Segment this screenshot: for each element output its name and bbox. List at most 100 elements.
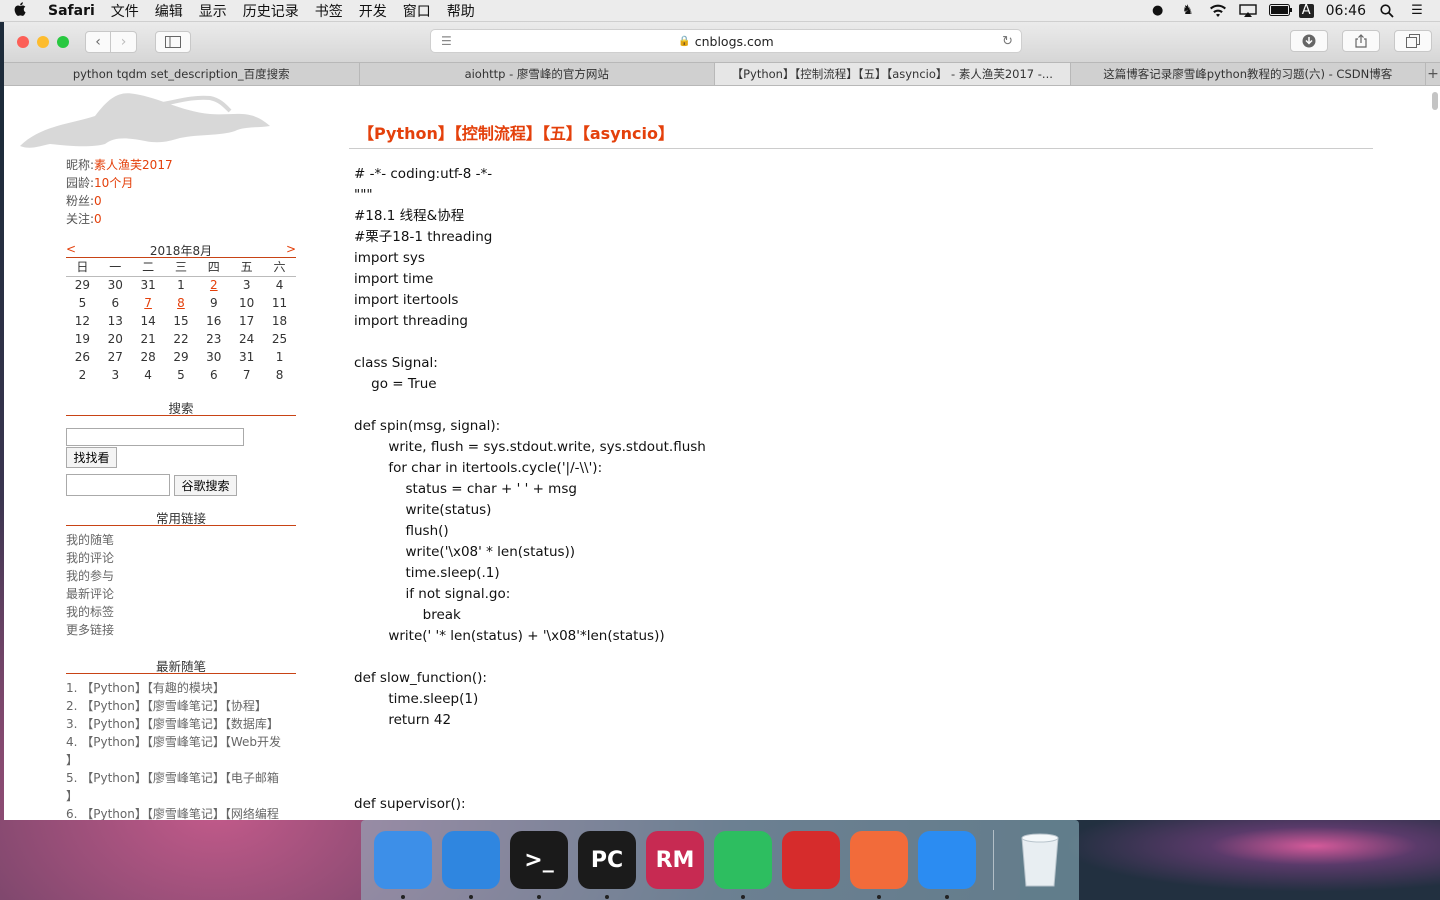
- google-search-input[interactable]: [66, 474, 170, 496]
- common-link-item[interactable]: 我的标签: [66, 603, 296, 621]
- recent-post-link[interactable]: 3. 【Python】【廖雪峰笔记】【数据库】: [66, 715, 296, 733]
- running-indicator: [401, 895, 405, 899]
- calendar-prev-month[interactable]: <: [66, 242, 76, 257]
- menu-bar: Safari 文件 编辑 显示 历史记录 书签 开发 窗口 帮助 ● ♞ A 0…: [0, 0, 1440, 22]
- menu-history[interactable]: 历史记录: [235, 1, 307, 21]
- recent-post-link[interactable]: 4. 【Python】【廖雪峰笔记】【Web开发: [66, 733, 296, 751]
- menu-extra-icon[interactable]: ●: [1149, 3, 1167, 18]
- dock-postman-icon[interactable]: [850, 831, 908, 899]
- recent-post-link[interactable]: 5. 【Python】【廖雪峰笔记】【电子邮箱: [66, 769, 296, 787]
- calendar-day: 31: [239, 350, 255, 364]
- calendar-day: 7: [242, 368, 251, 382]
- dock-evernote-icon[interactable]: [714, 831, 772, 899]
- running-indicator: [469, 895, 473, 899]
- calendar-day: 23: [206, 332, 222, 346]
- dock: >_ PC RM: [361, 820, 1079, 900]
- common-link-item[interactable]: 我的随笔: [66, 531, 296, 549]
- dock-app-label: PC: [590, 847, 624, 873]
- age-link[interactable]: 10个月: [94, 176, 133, 190]
- airplay-icon[interactable]: [1238, 3, 1257, 18]
- fans-label: 粉丝:: [66, 194, 95, 208]
- new-tab-button[interactable]: +: [1426, 63, 1440, 85]
- blog-search-input[interactable]: [66, 428, 244, 446]
- downloads-button[interactable]: [1290, 30, 1328, 52]
- notification-center-icon[interactable]: ☰: [1408, 3, 1426, 18]
- calendar-day: 4: [144, 368, 152, 382]
- window-zoom-button[interactable]: [57, 36, 69, 48]
- dock-bear-icon[interactable]: [782, 831, 840, 889]
- calendar-day: 10: [239, 296, 255, 310]
- menu-view[interactable]: 显示: [191, 1, 235, 21]
- dock-terminal-icon[interactable]: >_: [510, 831, 568, 899]
- menu-help[interactable]: 帮助: [439, 1, 483, 21]
- post-title-divider: [349, 148, 1373, 149]
- menu-bookmarks[interactable]: 书签: [307, 1, 351, 21]
- common-link-item[interactable]: 我的评论: [66, 549, 296, 567]
- recent-post-link[interactable]: 1. 【Python】【有趣的模块】: [66, 679, 296, 697]
- blog-search-button[interactable]: 找找看: [66, 447, 117, 468]
- tab-active-post[interactable]: 【Python】【控制流程】【五】【asyncio】 - 素人渔芙2017 -.…: [715, 63, 1071, 85]
- dock-safari-icon[interactable]: [442, 831, 500, 899]
- calendar-header: < 2018年8月 >: [66, 242, 296, 258]
- trash-icon[interactable]: [1011, 831, 1069, 889]
- menu-window[interactable]: 窗口: [395, 1, 439, 21]
- menu-file[interactable]: 文件: [103, 1, 147, 21]
- menu-app-name[interactable]: Safari: [40, 3, 103, 19]
- calendar-day: 9: [209, 296, 218, 310]
- calendar-grid: 日一二三四五六 29 30 31 1 2 3 4 5 6 7 8 9 10 11 12 13 14 15 16 17 1…: [66, 258, 296, 384]
- calendar-day-link[interactable]: 2: [197, 276, 230, 294]
- tab-aiohttp[interactable]: aiohttp - 廖雪峰的官方网站: [360, 63, 715, 85]
- window-minimize-button[interactable]: [37, 36, 49, 48]
- calendar-day: 5: [177, 368, 185, 382]
- wifi-icon[interactable]: [1209, 4, 1227, 18]
- window-close-button[interactable]: [17, 36, 29, 48]
- recent-post-link[interactable]: 2. 【Python】【廖雪峰笔记】【协程】: [66, 697, 296, 715]
- sidebar-toggle-button[interactable]: [155, 31, 191, 53]
- forward-button[interactable]: ›: [111, 31, 137, 53]
- common-link-item[interactable]: 我的参与: [66, 567, 296, 585]
- calendar-weekday: 一: [98, 258, 132, 277]
- running-indicator: [605, 895, 609, 899]
- google-search-button[interactable]: 谷歌搜索: [174, 475, 237, 496]
- tab-bar: python tqdm set_description_百度搜索 aiohttp…: [4, 62, 1440, 86]
- tab-overview-button[interactable]: [1394, 30, 1432, 52]
- input-source-indicator[interactable]: A: [1298, 3, 1314, 18]
- post-title[interactable]: 【Python】【控制流程】【五】【asyncio】: [358, 120, 674, 144]
- recent-post-link[interactable]: 】: [66, 787, 296, 805]
- reload-icon[interactable]: ↻: [1002, 34, 1013, 49]
- dock-finder-icon[interactable]: [374, 831, 432, 899]
- dock-pycharm-icon[interactable]: PC: [578, 831, 636, 899]
- follow-link[interactable]: 0: [94, 212, 102, 226]
- calendar-day: 6: [111, 296, 120, 310]
- menu-develop[interactable]: 开发: [351, 1, 395, 21]
- common-link-item[interactable]: 更多链接: [66, 621, 296, 639]
- fans-link[interactable]: 0: [94, 194, 102, 208]
- calendar-next-month[interactable]: >: [286, 242, 296, 257]
- reader-view-icon[interactable]: ☰: [441, 34, 452, 48]
- evernote-tray-icon[interactable]: ♞: [1179, 3, 1197, 18]
- back-button[interactable]: ‹: [85, 31, 111, 53]
- recent-post-link[interactable]: 6. 【Python】【廖雪峰笔记】【网络编程: [66, 805, 296, 820]
- common-link-item[interactable]: 最新评论: [66, 585, 296, 603]
- tab-csdn-blog[interactable]: 这篇博客记录廖雪峰python教程的习题(六) - CSDN博客: [1071, 63, 1426, 85]
- tab-baidu-search[interactable]: python tqdm set_description_百度搜索: [4, 63, 360, 85]
- calendar-day-link[interactable]: 8: [165, 294, 198, 312]
- spotlight-search-icon[interactable]: [1378, 3, 1396, 18]
- page-scrollbar[interactable]: [1432, 92, 1438, 110]
- dock-dingtalk-icon[interactable]: [918, 831, 976, 899]
- menubar-clock[interactable]: 06:46: [1326, 3, 1366, 19]
- running-indicator: [537, 895, 541, 899]
- apple-menu-icon[interactable]: [0, 1, 40, 20]
- address-bar[interactable]: ☰ 🔒 cnblogs.com ↻: [430, 29, 1022, 53]
- dock-rubymine-icon[interactable]: RM: [646, 831, 704, 889]
- battery-icon[interactable]: [1268, 3, 1292, 18]
- calendar-day: 16: [206, 314, 222, 328]
- calendar-day-link[interactable]: 7: [132, 294, 165, 312]
- running-indicator: [877, 895, 881, 899]
- nickname-link[interactable]: 素人渔芙2017: [94, 158, 173, 172]
- recent-post-link[interactable]: 】: [66, 751, 296, 769]
- menu-edit[interactable]: 编辑: [147, 1, 191, 21]
- calendar-day: 26: [74, 350, 91, 364]
- calendar-week-row: 19 20 21 22 23 24 25: [66, 330, 296, 348]
- share-button[interactable]: [1342, 30, 1380, 52]
